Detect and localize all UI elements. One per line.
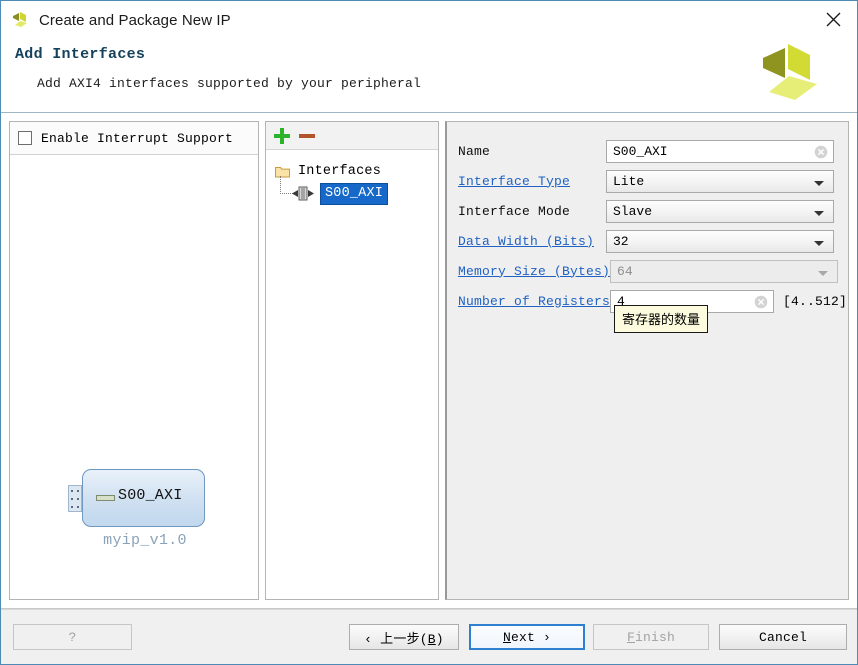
field-row-interface-mode: Interface Mode Slave (447, 196, 848, 226)
name-label: Name (458, 144, 606, 159)
next-button-label: Next › (503, 630, 551, 645)
field-row-interface-type: Interface Type Lite (447, 166, 848, 196)
finish-button-label: Finish (627, 630, 675, 645)
tree-root-label: Interfaces (298, 164, 381, 179)
ip-block[interactable]: S00_AXI (82, 469, 205, 527)
chevron-down-icon (818, 271, 828, 276)
chevron-down-icon (814, 211, 824, 216)
add-interface-icon[interactable] (274, 128, 290, 144)
interface-mode-label: Interface Mode (458, 204, 606, 219)
page-header: Add Interfaces Add AXI4 interfaces suppo… (1, 40, 857, 112)
dialog-window: Create and Package New IP Add Interfaces… (0, 0, 858, 665)
field-row-name: Name S00_AXI (447, 136, 848, 166)
memory-size-value: 64 (617, 264, 633, 279)
name-input[interactable]: S00_AXI (606, 140, 834, 163)
name-input-value: S00_AXI (613, 144, 668, 159)
field-row-data-width: Data Width (Bits) 32 (447, 226, 848, 256)
tooltip: 寄存器的数量 (614, 305, 708, 333)
xilinx-logo-icon (10, 10, 32, 30)
interfaces-tree-panel: Interfaces S00_AXI (265, 121, 439, 600)
cancel-button-label: Cancel (759, 630, 807, 645)
interface-form: Name S00_AXI (447, 122, 848, 316)
chevron-down-icon (814, 241, 824, 246)
tree-toolbar (266, 122, 438, 150)
interface-mode-dropdown[interactable]: Slave (606, 200, 834, 223)
memory-size-label[interactable]: Memory Size (Bytes) (458, 264, 610, 279)
window-title: Create and Package New IP (39, 12, 231, 29)
bus-interface-icon (292, 186, 314, 201)
tree-child-node[interactable]: S00_AXI (278, 182, 438, 205)
interface-type-value: Lite (613, 174, 644, 189)
finish-button: Finish (593, 624, 709, 650)
memory-size-dropdown: 64 (610, 260, 838, 283)
next-button[interactable]: Next › (469, 624, 585, 650)
enable-interrupt-support-row[interactable]: Enable Interrupt Support (10, 122, 258, 155)
remove-interface-icon[interactable] (299, 128, 315, 144)
tree-child-label[interactable]: S00_AXI (320, 183, 388, 205)
interface-mode-value: Slave (613, 204, 652, 219)
dialog-footer: ? ‹ 上一步(B) Next › Finish Cancel (1, 609, 857, 664)
page-subtitle: Add AXI4 interfaces supported by your pe… (37, 76, 857, 91)
page-title: Add Interfaces (15, 46, 857, 63)
close-icon[interactable] (809, 1, 857, 38)
clear-icon[interactable] (754, 295, 768, 309)
ip-block-caption: myip_v1.0 (70, 532, 220, 549)
clear-icon[interactable] (814, 145, 828, 159)
help-button: ? (13, 624, 132, 650)
pin-group-icon (68, 485, 82, 512)
ip-block-port-label: S00_AXI (118, 487, 182, 504)
chevron-down-icon (814, 181, 824, 186)
bus-stub-icon (96, 495, 115, 501)
interface-properties-panel: Name S00_AXI (445, 121, 849, 600)
data-width-value: 32 (613, 234, 629, 249)
back-button-label: ‹ 上一步(B) (364, 628, 444, 647)
ip-block-diagram: S00_AXI myip_v1.0 (10, 155, 258, 599)
ip-preview-panel: Enable Interrupt Support S00_AXI myip_v1… (9, 121, 259, 600)
number-of-registers-label[interactable]: Number of Registers (458, 294, 610, 309)
enable-interrupt-support-label: Enable Interrupt Support (41, 131, 233, 146)
data-width-label[interactable]: Data Width (Bits) (458, 234, 606, 249)
field-row-memory-size: Memory Size (Bytes) 64 (447, 256, 848, 286)
tree-root-node[interactable]: Interfaces (272, 161, 438, 182)
cancel-button[interactable]: Cancel (719, 624, 847, 650)
data-width-dropdown[interactable]: 32 (606, 230, 834, 253)
dialog-body: Enable Interrupt Support S00_AXI myip_v1… (1, 113, 857, 600)
interfaces-tree: Interfaces S00_AXI (266, 150, 438, 599)
xilinx-logo (755, 38, 827, 110)
interface-type-dropdown[interactable]: Lite (606, 170, 834, 193)
interface-type-label[interactable]: Interface Type (458, 174, 606, 189)
registers-range-hint: [4..512] (783, 294, 847, 309)
enable-interrupt-support-checkbox[interactable] (18, 131, 32, 145)
title-bar: Create and Package New IP (1, 1, 857, 40)
back-button[interactable]: ‹ 上一步(B) (349, 624, 459, 650)
